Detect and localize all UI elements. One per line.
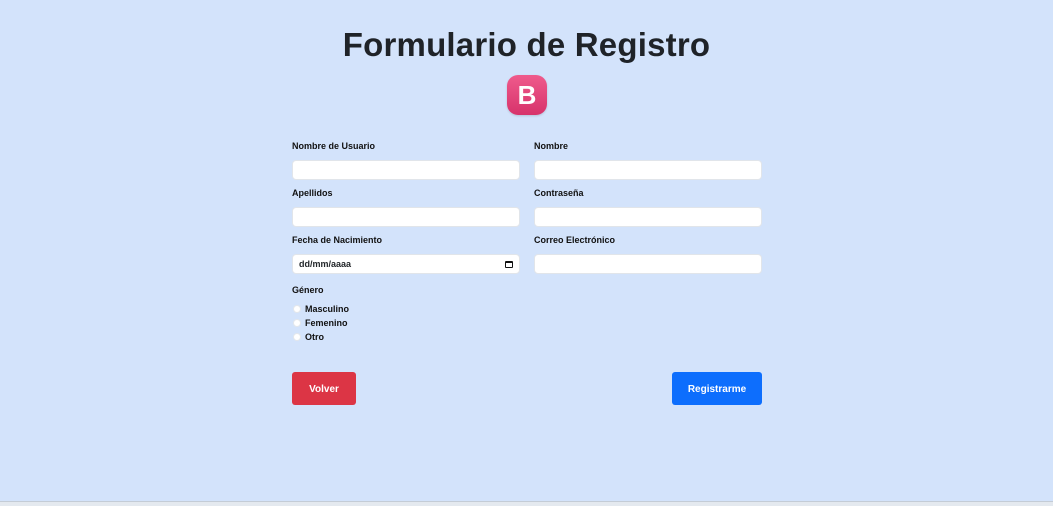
gender-option-masculino[interactable]: Masculino	[292, 303, 349, 315]
gender-option-femenino[interactable]: Femenino	[292, 317, 348, 329]
username-field-group: Nombre de Usuario	[292, 140, 520, 180]
gender-option-label: Otro	[305, 332, 324, 342]
last-name-field-group: Apellidos	[292, 187, 520, 227]
email-label: Correo Electrónico	[534, 235, 616, 245]
last-name-input[interactable]	[292, 207, 520, 227]
last-name-label: Apellidos	[292, 188, 333, 198]
register-button[interactable]: Registrarme	[672, 372, 762, 405]
username-input[interactable]	[292, 160, 520, 180]
email-input[interactable]	[534, 254, 762, 274]
calendar-icon[interactable]	[505, 260, 513, 268]
gender-option-label: Femenino	[305, 318, 348, 328]
radio-button[interactable]	[293, 333, 301, 341]
birth-date-label: Fecha de Nacimiento	[292, 235, 383, 245]
radio-button[interactable]	[293, 319, 301, 327]
username-label: Nombre de Usuario	[292, 141, 376, 151]
gender-option-otro[interactable]: Otro	[292, 331, 324, 343]
page-title: Formulario de Registro	[342, 26, 711, 63]
first-name-input[interactable]	[534, 160, 762, 180]
first-name-field-group: Nombre	[534, 140, 762, 180]
gender-option-label: Masculino	[305, 304, 350, 314]
gender-label: Género	[292, 285, 324, 295]
birth-date-input[interactable]: dd/mm/aaaa	[292, 254, 520, 274]
email-field-group: Correo Electrónico	[534, 234, 762, 274]
window-bottom-edge	[0, 501, 1053, 506]
bootstrap-logo-icon: B	[507, 75, 547, 115]
password-field-group: Contraseña	[534, 187, 762, 227]
birth-date-placeholder: dd/mm/aaaa	[299, 259, 352, 269]
back-button[interactable]: Volver	[292, 372, 356, 405]
first-name-label: Nombre	[534, 141, 569, 151]
password-input[interactable]	[534, 207, 762, 227]
password-label: Contraseña	[534, 188, 584, 198]
birth-date-field-group: Fecha de Nacimiento dd/mm/aaaa	[292, 234, 520, 274]
radio-button[interactable]	[293, 305, 301, 313]
